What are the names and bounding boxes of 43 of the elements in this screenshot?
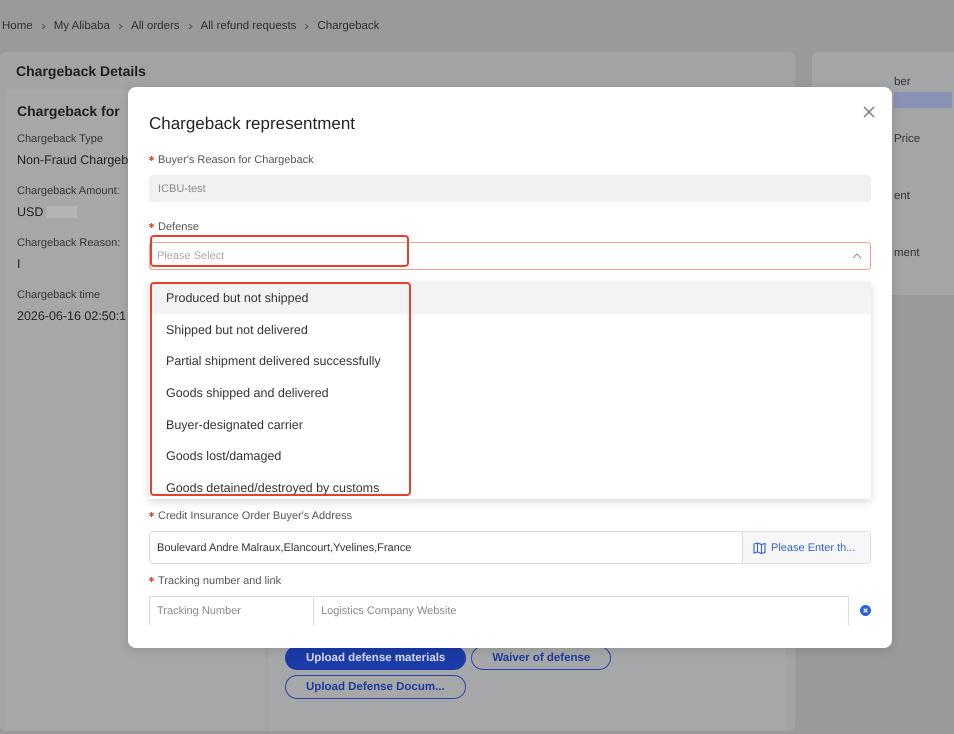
dropdown-option[interactable]: Goods detained/destroyed by customs bbox=[149, 472, 871, 499]
close-icon[interactable] bbox=[863, 106, 875, 118]
field-value: USD bbox=[17, 205, 44, 219]
summary-label: ment bbox=[894, 247, 921, 259]
redaction-mark bbox=[894, 92, 952, 108]
section-title: Chargeback for bbox=[17, 103, 121, 119]
card-title: Chargeback Details bbox=[15, 62, 147, 81]
summary-label: Price bbox=[894, 133, 922, 145]
chevron-icon bbox=[40, 22, 46, 30]
tracking-field[interactable]: Logistics Company Website bbox=[314, 596, 849, 625]
field-label: Defense bbox=[158, 221, 199, 233]
breadcrumb-link[interactable]: My Alibaba bbox=[54, 20, 110, 32]
dropdown-option[interactable]: Goods lost/damaged bbox=[149, 440, 871, 472]
chevron-icon bbox=[118, 22, 123, 30]
field-label: Chargeback time bbox=[17, 289, 100, 301]
summary-label: ent bbox=[894, 190, 911, 202]
field-label: Chargeback Amount: bbox=[17, 185, 120, 197]
field-value: 2026-06-16 02:50:1 bbox=[17, 309, 126, 323]
field-value: Non-Fraud Chargeb bbox=[17, 153, 128, 167]
dropdown-option[interactable]: Goods shipped and delivered bbox=[149, 377, 871, 409]
caret-icon bbox=[852, 253, 862, 259]
dropdown-option[interactable]: Shipped but not delivered bbox=[149, 314, 871, 346]
tracking-field[interactable]: Tracking Number bbox=[149, 596, 314, 625]
dialog-title: Chargeback representment bbox=[149, 114, 356, 134]
breadcrumb-link[interactable]: All refund requests bbox=[200, 20, 296, 32]
breadcrumb-link[interactable]: Chargeback bbox=[317, 20, 380, 32]
breadcrumb-link[interactable]: All orders bbox=[130, 20, 180, 32]
chevron-icon bbox=[304, 22, 310, 30]
action-button[interactable]: Upload defense materials bbox=[285, 646, 466, 670]
remove-icon[interactable] bbox=[860, 605, 871, 616]
chevron-icon bbox=[188, 22, 193, 30]
breadcrumb-link[interactable]: Home bbox=[2, 20, 33, 32]
dropdown-option[interactable]: Buyer-designated carrier bbox=[149, 408, 871, 440]
action-button[interactable]: Upload Defense Docum... bbox=[285, 675, 466, 699]
field-label: Chargeback Type bbox=[17, 133, 104, 145]
summary-label: ber bbox=[894, 76, 912, 88]
dropdown-option[interactable]: Partial shipment delivered successfully bbox=[149, 345, 871, 378]
field-label: Credit Insurance Order Buyer's Address bbox=[158, 510, 352, 522]
field-label: Buyer's Reason for Chargeback bbox=[158, 154, 314, 166]
field-label: Chargeback Reason: bbox=[17, 237, 120, 249]
dropdown-option[interactable]: Produced but not shipped bbox=[149, 282, 871, 314]
field-value: I bbox=[17, 257, 20, 271]
field-label: Tracking number and link bbox=[158, 575, 282, 587]
